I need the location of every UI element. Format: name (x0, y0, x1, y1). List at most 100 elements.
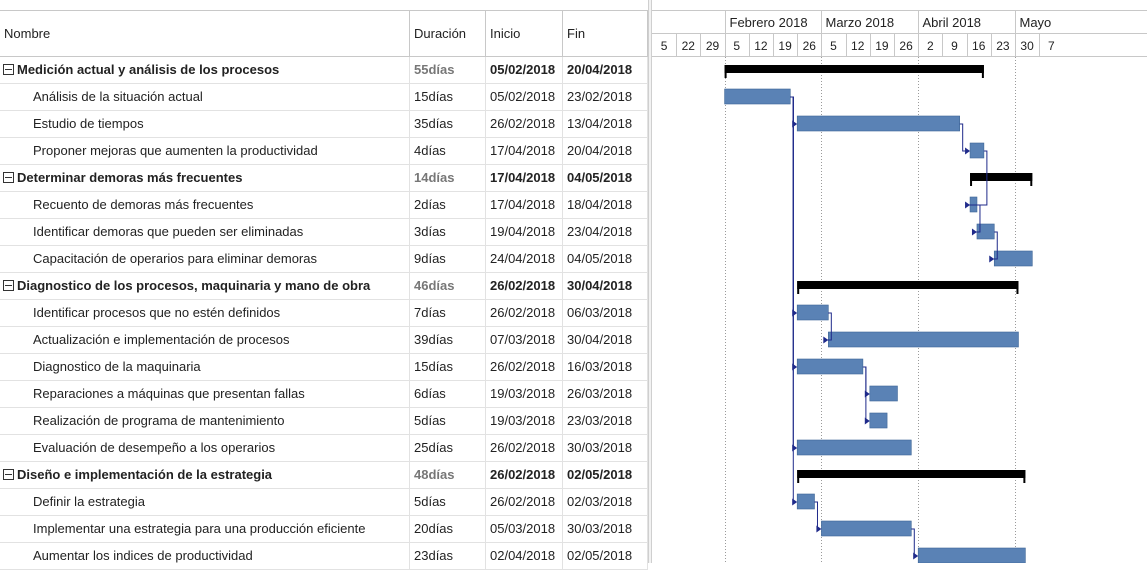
task-start-cell[interactable]: 26/02/2018 (486, 273, 563, 299)
task-row[interactable]: Implementar una estrategia para una prod… (0, 516, 648, 543)
task-duration-cell[interactable]: 48días (410, 462, 486, 488)
summary-task-row[interactable]: Medición actual y análisis de los proces… (0, 57, 648, 84)
task-bar[interactable] (796, 493, 815, 510)
task-bar[interactable] (796, 358, 864, 375)
task-duration-cell[interactable]: 46días (410, 273, 486, 299)
task-bar[interactable] (869, 412, 888, 429)
summary-task-row[interactable]: Diseño e implementación de la estrategia… (0, 462, 648, 489)
task-start-cell[interactable]: 07/03/2018 (486, 327, 563, 353)
task-end-cell[interactable]: 30/03/2018 (563, 435, 648, 461)
column-header-start[interactable]: Inicio (486, 10, 563, 57)
task-row[interactable]: Aumentar los indices de productividad 23d… (0, 543, 648, 570)
task-duration-cell[interactable]: 15días (410, 84, 486, 110)
task-row[interactable]: Definir la estrategia 5días 26/02/2018 02/0… (0, 489, 648, 516)
task-start-cell[interactable]: 26/02/2018 (486, 354, 563, 380)
task-bar[interactable] (796, 115, 960, 132)
task-duration-cell[interactable]: 15días (410, 354, 486, 380)
task-end-cell[interactable]: 02/03/2018 (563, 489, 648, 515)
task-start-cell[interactable]: 17/04/2018 (486, 138, 563, 164)
task-end-cell[interactable]: 23/03/2018 (563, 408, 648, 434)
task-bar[interactable] (828, 331, 1019, 348)
task-duration-cell[interactable]: 9días (410, 246, 486, 272)
task-bar[interactable] (796, 439, 912, 456)
task-duration-cell[interactable]: 25días (410, 435, 486, 461)
task-end-cell[interactable]: 30/04/2018 (563, 273, 648, 299)
collapse-icon[interactable] (3, 64, 14, 75)
task-bar[interactable] (724, 88, 791, 105)
task-duration-cell[interactable]: 14días (410, 165, 486, 191)
task-duration-cell[interactable]: 39días (410, 327, 486, 353)
task-start-cell[interactable]: 02/04/2018 (486, 543, 563, 569)
task-end-cell[interactable]: 13/04/2018 (563, 111, 648, 137)
task-duration-cell[interactable]: 2días (410, 192, 486, 218)
task-end-cell[interactable]: 20/04/2018 (563, 138, 648, 164)
task-name-cell[interactable]: Estudio de tiempos (0, 111, 410, 137)
task-row[interactable]: Evaluación de desempeño a los operarios 2… (0, 435, 648, 462)
task-start-cell[interactable]: 26/02/2018 (486, 489, 563, 515)
task-row[interactable]: Actualización e implementación de proces… (0, 327, 648, 354)
summary-bar[interactable] (797, 281, 1019, 289)
summary-bar[interactable] (797, 470, 1026, 478)
task-start-cell[interactable]: 26/02/2018 (486, 111, 563, 137)
task-start-cell[interactable]: 05/02/2018 (486, 57, 563, 83)
task-row[interactable]: Identificar demoras que pueden ser elimi… (0, 219, 648, 246)
task-start-cell[interactable]: 26/02/2018 (486, 435, 563, 461)
column-header-name[interactable]: Nombre (0, 10, 410, 57)
task-end-cell[interactable]: 26/03/2018 (563, 381, 648, 407)
task-bar[interactable] (821, 520, 912, 537)
collapse-icon[interactable] (3, 469, 14, 480)
task-duration-cell[interactable]: 5días (410, 408, 486, 434)
task-end-cell[interactable]: 02/05/2018 (563, 543, 648, 569)
task-duration-cell[interactable]: 4días (410, 138, 486, 164)
task-row[interactable]: Recuento de demoras más frecuentes 2días 1… (0, 192, 648, 219)
task-name-cell[interactable]: Capacitación de operarios para eliminar … (0, 246, 410, 272)
task-name-cell[interactable]: Identificar demoras que pueden ser elimi… (0, 219, 410, 245)
task-name-cell[interactable]: Proponer mejoras que aumenten la product… (0, 138, 410, 164)
task-start-cell[interactable]: 19/03/2018 (486, 408, 563, 434)
task-start-cell[interactable]: 05/03/2018 (486, 516, 563, 542)
task-name-cell[interactable]: Evaluación de desempeño a los operarios (0, 435, 410, 461)
task-end-cell[interactable]: 16/03/2018 (563, 354, 648, 380)
task-duration-cell[interactable]: 35días (410, 111, 486, 137)
task-start-cell[interactable]: 05/02/2018 (486, 84, 563, 110)
summary-task-row[interactable]: Diagnostico de los procesos, maquinaria … (0, 273, 648, 300)
collapse-icon[interactable] (3, 172, 14, 183)
task-row[interactable]: Proponer mejoras que aumenten la product… (0, 138, 648, 165)
column-header-end[interactable]: Fin (563, 10, 648, 57)
task-row[interactable]: Identificar procesos que no estén defini… (0, 300, 648, 327)
task-bar[interactable] (969, 142, 985, 159)
task-row[interactable]: Diagnostico de la maquinaria 15días 26/02/… (0, 354, 648, 381)
column-header-duration[interactable]: Duración (410, 10, 486, 57)
task-start-cell[interactable]: 17/04/2018 (486, 192, 563, 218)
task-row[interactable]: Análisis de la situación actual 15días 05/… (0, 84, 648, 111)
task-duration-cell[interactable]: 7días (410, 300, 486, 326)
task-row[interactable]: Estudio de tiempos 35días 26/02/2018 13/04/… (0, 111, 648, 138)
task-duration-cell[interactable]: 3días (410, 219, 486, 245)
task-name-cell[interactable]: Medición actual y análisis de los proces… (0, 57, 410, 83)
task-name-cell[interactable]: Recuento de demoras más frecuentes (0, 192, 410, 218)
task-end-cell[interactable]: 23/02/2018 (563, 84, 648, 110)
task-name-cell[interactable]: Diagnostico de los procesos, maquinaria … (0, 273, 410, 299)
summary-bar[interactable] (970, 173, 1033, 181)
task-start-cell[interactable]: 19/03/2018 (486, 381, 563, 407)
task-bar[interactable] (869, 385, 898, 402)
task-row[interactable]: Realización de programa de mantenimiento… (0, 408, 648, 435)
task-end-cell[interactable]: 30/03/2018 (563, 516, 648, 542)
task-duration-cell[interactable]: 6días (410, 381, 486, 407)
task-start-cell[interactable]: 19/04/2018 (486, 219, 563, 245)
task-name-cell[interactable]: Implementar una estrategia para una prod… (0, 516, 410, 542)
task-duration-cell[interactable]: 55días (410, 57, 486, 83)
task-end-cell[interactable]: 04/05/2018 (563, 246, 648, 272)
task-row[interactable]: Capacitación de operarios para eliminar … (0, 246, 648, 273)
task-end-cell[interactable]: 06/03/2018 (563, 300, 648, 326)
task-name-cell[interactable]: Diseño e implementación de la estrategia (0, 462, 410, 488)
task-name-cell[interactable]: Análisis de la situación actual (0, 84, 410, 110)
task-end-cell[interactable]: 04/05/2018 (563, 165, 648, 191)
task-start-cell[interactable]: 17/04/2018 (486, 165, 563, 191)
task-duration-cell[interactable]: 5días (410, 489, 486, 515)
collapse-icon[interactable] (3, 280, 14, 291)
task-name-cell[interactable]: Diagnostico de la maquinaria (0, 354, 410, 380)
summary-bar[interactable] (724, 65, 984, 73)
task-end-cell[interactable]: 18/04/2018 (563, 192, 648, 218)
task-name-cell[interactable]: Reparaciones a máquinas que presentan fa… (0, 381, 410, 407)
